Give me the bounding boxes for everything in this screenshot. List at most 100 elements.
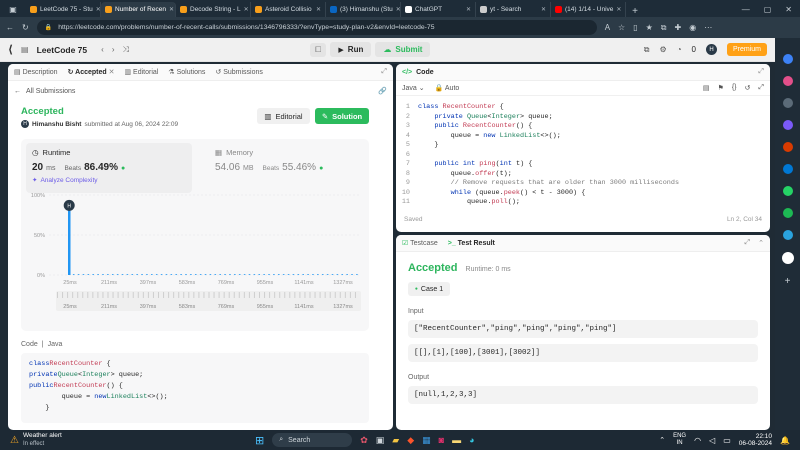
chart-bar[interactable] [248, 274, 251, 275]
profile-icon[interactable]: ◉ [689, 23, 696, 32]
chart-bar[interactable] [72, 274, 75, 275]
chart-bar[interactable] [312, 274, 314, 275]
chart-bar[interactable] [258, 274, 261, 275]
editor-line[interactable]: 4 queue = new LinkedList<>(); [396, 132, 770, 142]
store-icon[interactable]: ▦ [422, 435, 431, 446]
close-tab-icon[interactable]: ✕ [616, 6, 621, 13]
reload-icon[interactable]: ↻ [22, 23, 29, 32]
leetcode-logo-icon[interactable]: ⟨ [8, 43, 13, 56]
favorite-icon[interactable]: ☆ [618, 23, 625, 32]
back-icon[interactable]: ← [6, 23, 14, 32]
tab-accepted[interactable]: ↻ Accepted ✕ [68, 68, 115, 76]
settings-icon[interactable]: ⚙ [660, 45, 667, 54]
editor-line[interactable]: 6 [396, 151, 770, 161]
minimize-icon[interactable]: — [742, 5, 750, 14]
chart-bar[interactable] [219, 274, 221, 275]
chart-bar[interactable] [346, 274, 348, 275]
tools-sidebar-icon[interactable] [782, 98, 793, 108]
chart-bar[interactable] [229, 274, 231, 275]
browser-tab[interactable]: yt - Search ✕ [476, 2, 551, 17]
solution-button[interactable]: ✎ Solution [315, 108, 369, 124]
chart-bar[interactable] [331, 274, 334, 275]
input-value-2[interactable]: [[],[1],[100],[3001],[3002]] [408, 344, 758, 362]
chart-bar[interactable] [234, 274, 236, 275]
editor-line[interactable]: 11 queue.poll(); [396, 198, 770, 208]
chart-bar[interactable] [356, 274, 358, 275]
format-icon[interactable]: {} [732, 84, 737, 92]
expand-icon[interactable]: ⤢ [745, 239, 751, 247]
chart-bar[interactable] [82, 274, 85, 275]
editor-line[interactable]: 9 // Remove requests that are older than… [396, 179, 770, 189]
chart-bar[interactable] [77, 274, 80, 275]
tab-actions-icon[interactable]: ▣ [0, 2, 26, 17]
chart-bar[interactable] [317, 274, 319, 275]
chart-bar[interactable] [111, 274, 114, 275]
chart-bar[interactable] [151, 274, 153, 275]
shopping-sidebar-icon[interactable] [782, 76, 793, 86]
explorer-folder-icon[interactable]: ▬ [452, 435, 461, 445]
editor-line[interactable]: 1 class RecentCounter { [396, 103, 770, 113]
brave-icon[interactable]: ◆ [407, 435, 414, 446]
runtime-distribution-chart[interactable]: 100% 50% 0% H 25ms 211ms 397ms 583ms 769ms 955ms 1… [21, 139, 369, 329]
reset-icon[interactable]: ↺ [745, 84, 751, 92]
avatar[interactable]: H [705, 44, 717, 55]
collections-icon[interactable]: ⧉ [661, 23, 667, 33]
office-sidebar-icon[interactable] [782, 142, 793, 152]
tab-editorial[interactable]: ▥ Editorial [124, 68, 158, 76]
premium-button[interactable]: Premium [726, 43, 767, 56]
back-arrow-icon[interactable]: ← [14, 88, 21, 95]
chart-bar[interactable] [126, 274, 129, 275]
chart-bar[interactable] [326, 274, 329, 275]
chart-bar[interactable] [194, 274, 197, 275]
chart-bar[interactable] [199, 274, 202, 275]
browser-tab[interactable]: (3) Himanshu (Stu ✕ [326, 2, 401, 17]
close-tab-icon[interactable]: ✕ [466, 6, 471, 13]
chart-bar[interactable] [190, 274, 192, 275]
author-name[interactable]: Himanshu Bisht [32, 121, 81, 128]
chart-bar[interactable] [209, 274, 212, 275]
tray-chevron-icon[interactable]: ⌃ [659, 436, 665, 444]
whatsapp-sidebar-icon[interactable] [782, 186, 793, 196]
chart-bar[interactable] [131, 274, 134, 275]
close-tab-icon[interactable]: ✕ [316, 6, 321, 13]
chart-bar[interactable] [292, 274, 295, 275]
browser-tab[interactable]: Asteroid Collisio ✕ [251, 2, 326, 17]
copilot-sidebar-icon[interactable] [781, 252, 794, 264]
tab-solutions[interactable]: ⚗ Solutions [168, 68, 205, 76]
weather-widget[interactable]: ⚠ Weather alert In effect [0, 432, 120, 448]
chart-bar[interactable] [141, 274, 143, 275]
chart-bar[interactable] [287, 274, 290, 275]
chart-bar[interactable] [97, 274, 99, 275]
bookmark-icon[interactable]: ⚑ [718, 84, 724, 92]
chart-bar[interactable] [336, 274, 339, 275]
close-tab-icon[interactable]: ✕ [244, 6, 249, 13]
chart-bar[interactable] [238, 274, 241, 275]
new-tab-button[interactable]: + [626, 6, 644, 17]
more-icon[interactable]: ⋯ [704, 23, 712, 32]
case-1-tab[interactable]: ● Case 1 [408, 282, 450, 296]
browser-tab[interactable]: ChatGPT ✕ [401, 2, 476, 17]
collapse-icon[interactable]: ⌃ [758, 239, 764, 247]
task-view-icon[interactable]: ▣ [376, 435, 385, 446]
split-screen-icon[interactable]: ▯ [633, 23, 637, 32]
editor-line[interactable]: 2 private Queue<Integer> queue; [396, 113, 770, 123]
search-sidebar-icon[interactable] [782, 54, 793, 64]
chart-bar[interactable] [102, 274, 104, 275]
edge-icon[interactable]: ◕ [469, 435, 474, 445]
chart-bar[interactable] [160, 274, 163, 275]
prev-problem-icon[interactable]: ‹ [101, 45, 104, 54]
chart-bar[interactable] [92, 274, 95, 275]
taskbar-search[interactable]: ⌕ Search [272, 433, 353, 447]
chart-bar[interactable] [185, 274, 187, 275]
chart-bar[interactable] [68, 209, 71, 275]
editor-line[interactable]: 10 while (queue.peek() < t - 3000) { [396, 189, 770, 199]
chart-bar[interactable] [282, 274, 285, 275]
debug-icon[interactable]: ⧠ [310, 42, 327, 57]
fullscreen-icon[interactable]: ⤢ [758, 84, 764, 92]
chart-bar[interactable] [107, 274, 109, 275]
close-tab-icon[interactable]: ✕ [169, 6, 174, 13]
share-link-icon[interactable]: 🔗 [378, 87, 387, 95]
chart-bar[interactable] [243, 274, 246, 275]
chart-bar[interactable] [180, 274, 182, 275]
chart-bar[interactable] [214, 274, 217, 275]
